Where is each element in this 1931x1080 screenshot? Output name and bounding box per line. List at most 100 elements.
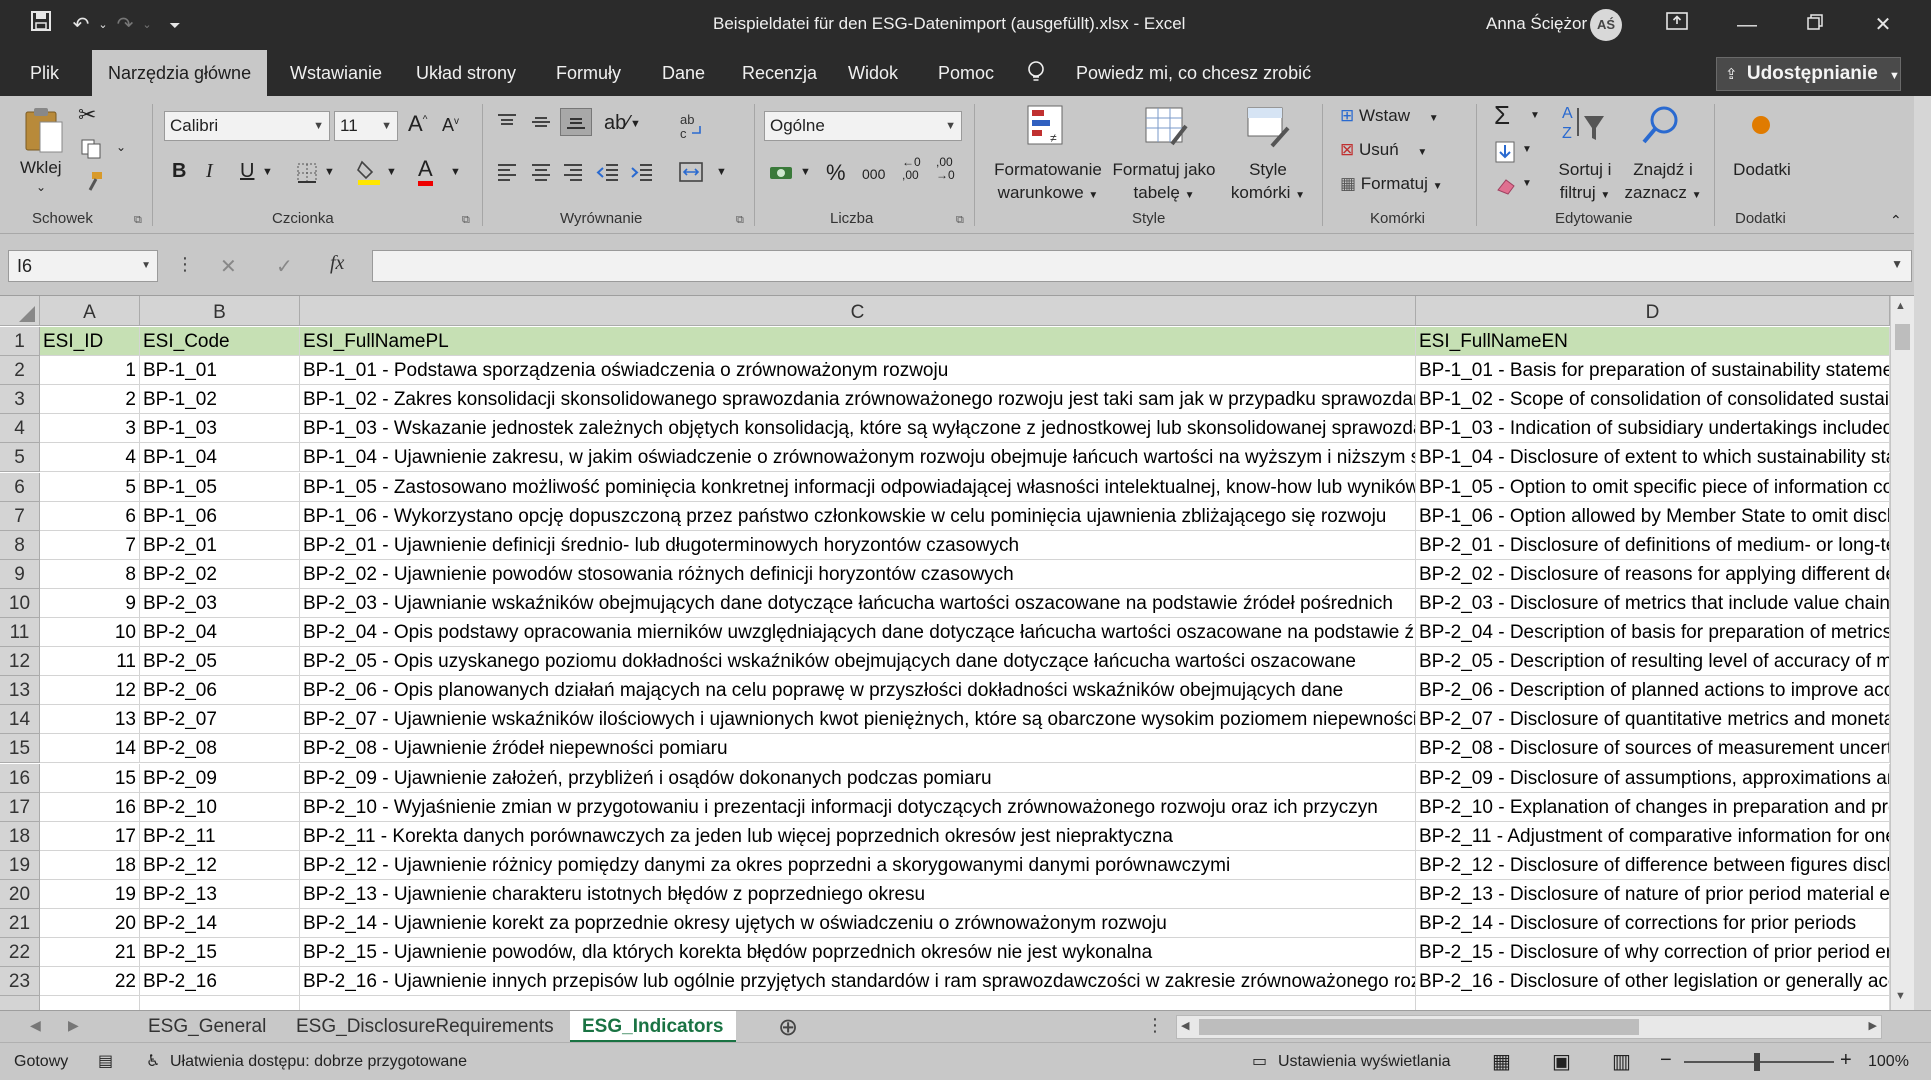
addins-button[interactable]: Dodatki xyxy=(1724,158,1800,181)
number-launcher-icon[interactable]: ⧉ xyxy=(956,214,964,227)
sort-filter-icon[interactable]: AZ xyxy=(1562,102,1606,151)
find-select-button[interactable]: Znajdź i zaznacz ▼ xyxy=(1624,158,1702,207)
select-all-corner[interactable] xyxy=(0,296,40,326)
confirm-entry-icon[interactable]: ✓ xyxy=(276,254,293,279)
cell-esi-fullname-en[interactable]: BP-2_09 - Disclosure of assumptions, app… xyxy=(1416,763,1890,793)
accessibility-icon[interactable]: ♿ xyxy=(146,1051,160,1071)
cell-esi-fullname-pl[interactable]: BP-1_04 - Ujawnienie zakresu, w jakim oś… xyxy=(300,443,1416,473)
insert-function-button[interactable]: fx xyxy=(330,252,344,275)
format-as-table-icon[interactable] xyxy=(1144,104,1188,153)
cell-esi-id[interactable]: 8 xyxy=(40,559,140,589)
cell-esi-fullname-pl[interactable]: BP-2_07 - Ujawnienie wskaźników ilościow… xyxy=(300,705,1416,735)
align-right-icon[interactable] xyxy=(562,162,584,187)
macro-recording-icon[interactable]: ▤ xyxy=(98,1051,113,1071)
cell-esi-fullname-en[interactable]: BP-2_04 - Description of basis for prepa… xyxy=(1416,618,1890,648)
align-top-icon[interactable] xyxy=(496,112,518,137)
scroll-down-icon[interactable]: ▼ xyxy=(1895,990,1906,1002)
cell-esi-fullname-en[interactable]: BP-2_05 - Description of resulting level… xyxy=(1416,647,1890,677)
conditional-formatting-button[interactable]: Formatowanie warunkowe ▼ xyxy=(988,158,1108,207)
cell-esi-id[interactable]: 2 xyxy=(40,385,140,415)
scroll-right-icon[interactable]: ▶ xyxy=(1869,1019,1877,1032)
cell-esi-code[interactable]: BP-2_15 xyxy=(140,938,300,968)
row-header[interactable]: 19 xyxy=(0,850,40,880)
cell-esi-code[interactable]: BP-2_10 xyxy=(140,792,300,822)
cell-esi-id[interactable]: 5 xyxy=(40,472,140,502)
column-header-c[interactable]: C xyxy=(300,296,1416,326)
cell-esi-code[interactable]: BP-2_04 xyxy=(140,618,300,648)
cell-esi-fullname-pl[interactable]: BP-1_05 - Zastosowano możliwość pominięc… xyxy=(300,472,1416,502)
cell-esi-fullname-pl[interactable]: BP-2_01 - Ujawnienie definicji średnio- … xyxy=(300,530,1416,560)
cell-esi-id[interactable]: 10 xyxy=(40,618,140,648)
redo-dropdown-icon[interactable]: ⌄ xyxy=(132,10,162,40)
cell-esi-fullname-pl[interactable]: BP-2_05 - Opis uzyskanego poziomu dokład… xyxy=(300,647,1416,677)
zoom-slider-thumb[interactable] xyxy=(1754,1053,1760,1071)
cell-esi-fullname-en[interactable]: BP-2_15 - Disclosure of why correction o… xyxy=(1416,938,1890,968)
restore-icon[interactable] xyxy=(1800,10,1830,40)
autosum-dropdown-icon[interactable]: ▼ xyxy=(1530,110,1540,121)
header-cell[interactable]: ESI_FullNameEN xyxy=(1416,327,1890,357)
percent-style-button[interactable]: % xyxy=(826,160,846,186)
bold-button[interactable]: B xyxy=(172,160,186,183)
cell-esi-fullname-en[interactable]: BP-2_10 - Explanation of changes in prep… xyxy=(1416,792,1890,822)
cell-partial[interactable] xyxy=(1416,996,1890,1010)
format-cells-button[interactable]: ▦ Formatuj ▼ xyxy=(1340,174,1443,194)
cell-esi-code[interactable]: BP-2_16 xyxy=(140,967,300,997)
cell-esi-fullname-pl[interactable]: BP-2_06 - Opis planowanych działań mając… xyxy=(300,676,1416,706)
cell-esi-code[interactable]: BP-1_01 xyxy=(140,356,300,386)
tab-insert[interactable]: Wstawianie xyxy=(274,50,398,96)
header-cell[interactable]: ESI_Code xyxy=(140,327,300,357)
row-header[interactable]: 11 xyxy=(0,618,40,648)
align-left-icon[interactable] xyxy=(496,162,518,187)
sheet-tab-indicators[interactable]: ESG_Indicators xyxy=(570,1011,736,1043)
clear-icon[interactable] xyxy=(1494,174,1518,201)
cell-esi-fullname-pl[interactable]: BP-2_12 - Ujawnienie różnicy pomiędzy da… xyxy=(300,850,1416,880)
zoom-slider[interactable] xyxy=(1684,1053,1834,1071)
cell-esi-id[interactable]: 13 xyxy=(40,705,140,735)
tab-formulas[interactable]: Formuły xyxy=(540,50,637,96)
cell-esi-fullname-en[interactable]: BP-1_03 - Indication of subsidiary under… xyxy=(1416,414,1890,444)
formula-input[interactable]: ▼ xyxy=(372,250,1912,282)
accounting-dropdown-icon[interactable]: ▼ xyxy=(800,166,811,178)
row-header[interactable]: 21 xyxy=(0,909,40,939)
italic-button[interactable]: I xyxy=(206,160,213,183)
addins-icon[interactable] xyxy=(1752,116,1770,134)
cell-esi-id[interactable]: 12 xyxy=(40,676,140,706)
cell-esi-fullname-pl[interactable]: BP-2_09 - Ujawnienie założeń, przybliżeń… xyxy=(300,763,1416,793)
row-header[interactable]: 13 xyxy=(0,676,40,706)
cell-esi-fullname-en[interactable]: BP-1_02 - Scope of consolidation of cons… xyxy=(1416,385,1890,415)
cell-esi-id[interactable]: 6 xyxy=(40,501,140,531)
cancel-entry-icon[interactable]: ✕ xyxy=(220,254,237,279)
accounting-format-icon[interactable] xyxy=(768,162,796,189)
cell-esi-fullname-pl[interactable]: BP-2_13 - Ujawnienie charakteru istotnyc… xyxy=(300,879,1416,909)
customize-toolbar-icon[interactable]: ⏷ xyxy=(160,10,190,40)
row-header[interactable]: 6 xyxy=(0,472,40,502)
cell-esi-id[interactable]: 4 xyxy=(40,443,140,473)
fill-dropdown-icon[interactable]: ▼ xyxy=(1522,144,1532,155)
wrap-text-icon[interactable]: ab c xyxy=(680,112,704,145)
row-header[interactable]: 7 xyxy=(0,501,40,531)
cell-esi-fullname-pl[interactable]: BP-1_06 - Wykorzystano opcję dopuszczoną… xyxy=(300,501,1416,531)
tell-me-search[interactable]: Powiedz mi, co chcesz zrobić xyxy=(1060,50,1327,96)
row-header[interactable]: 3 xyxy=(0,385,40,415)
sort-filter-button[interactable]: Sortuj i filtruj ▼ xyxy=(1548,158,1622,207)
fill-color-dropdown-icon[interactable]: ▼ xyxy=(386,166,397,178)
cell-partial[interactable] xyxy=(140,996,300,1010)
share-button[interactable]: ⇪ Udostępnianie ▼ xyxy=(1716,57,1901,91)
previous-sheet-icon[interactable]: ◀ xyxy=(30,1017,41,1034)
tab-file[interactable]: Plik xyxy=(14,50,75,96)
normal-view-icon[interactable]: ▦ xyxy=(1492,1049,1511,1074)
cell-partial[interactable] xyxy=(40,996,140,1010)
format-as-table-button[interactable]: Formatuj jako tabelę ▼ xyxy=(1108,158,1220,207)
delete-cells-button[interactable]: ⊠ Usuń ▼ xyxy=(1340,140,1427,160)
clear-dropdown-icon[interactable]: ▼ xyxy=(1522,178,1532,189)
cell-esi-fullname-pl[interactable]: BP-1_01 - Podstawa sporządzenia oświadcz… xyxy=(300,356,1416,386)
next-sheet-icon[interactable]: ▶ xyxy=(68,1017,79,1034)
align-center-icon[interactable] xyxy=(530,162,552,187)
grow-font-icon[interactable]: A^ xyxy=(408,111,427,137)
cell-esi-id[interactable]: 20 xyxy=(40,909,140,939)
cell-esi-id[interactable]: 3 xyxy=(40,414,140,444)
cell-esi-code[interactable]: BP-2_12 xyxy=(140,850,300,880)
cell-esi-id[interactable]: 16 xyxy=(40,792,140,822)
font-name-dropdown[interactable]: Calibri ▼ xyxy=(164,111,330,141)
cell-styles-icon[interactable] xyxy=(1246,104,1290,153)
